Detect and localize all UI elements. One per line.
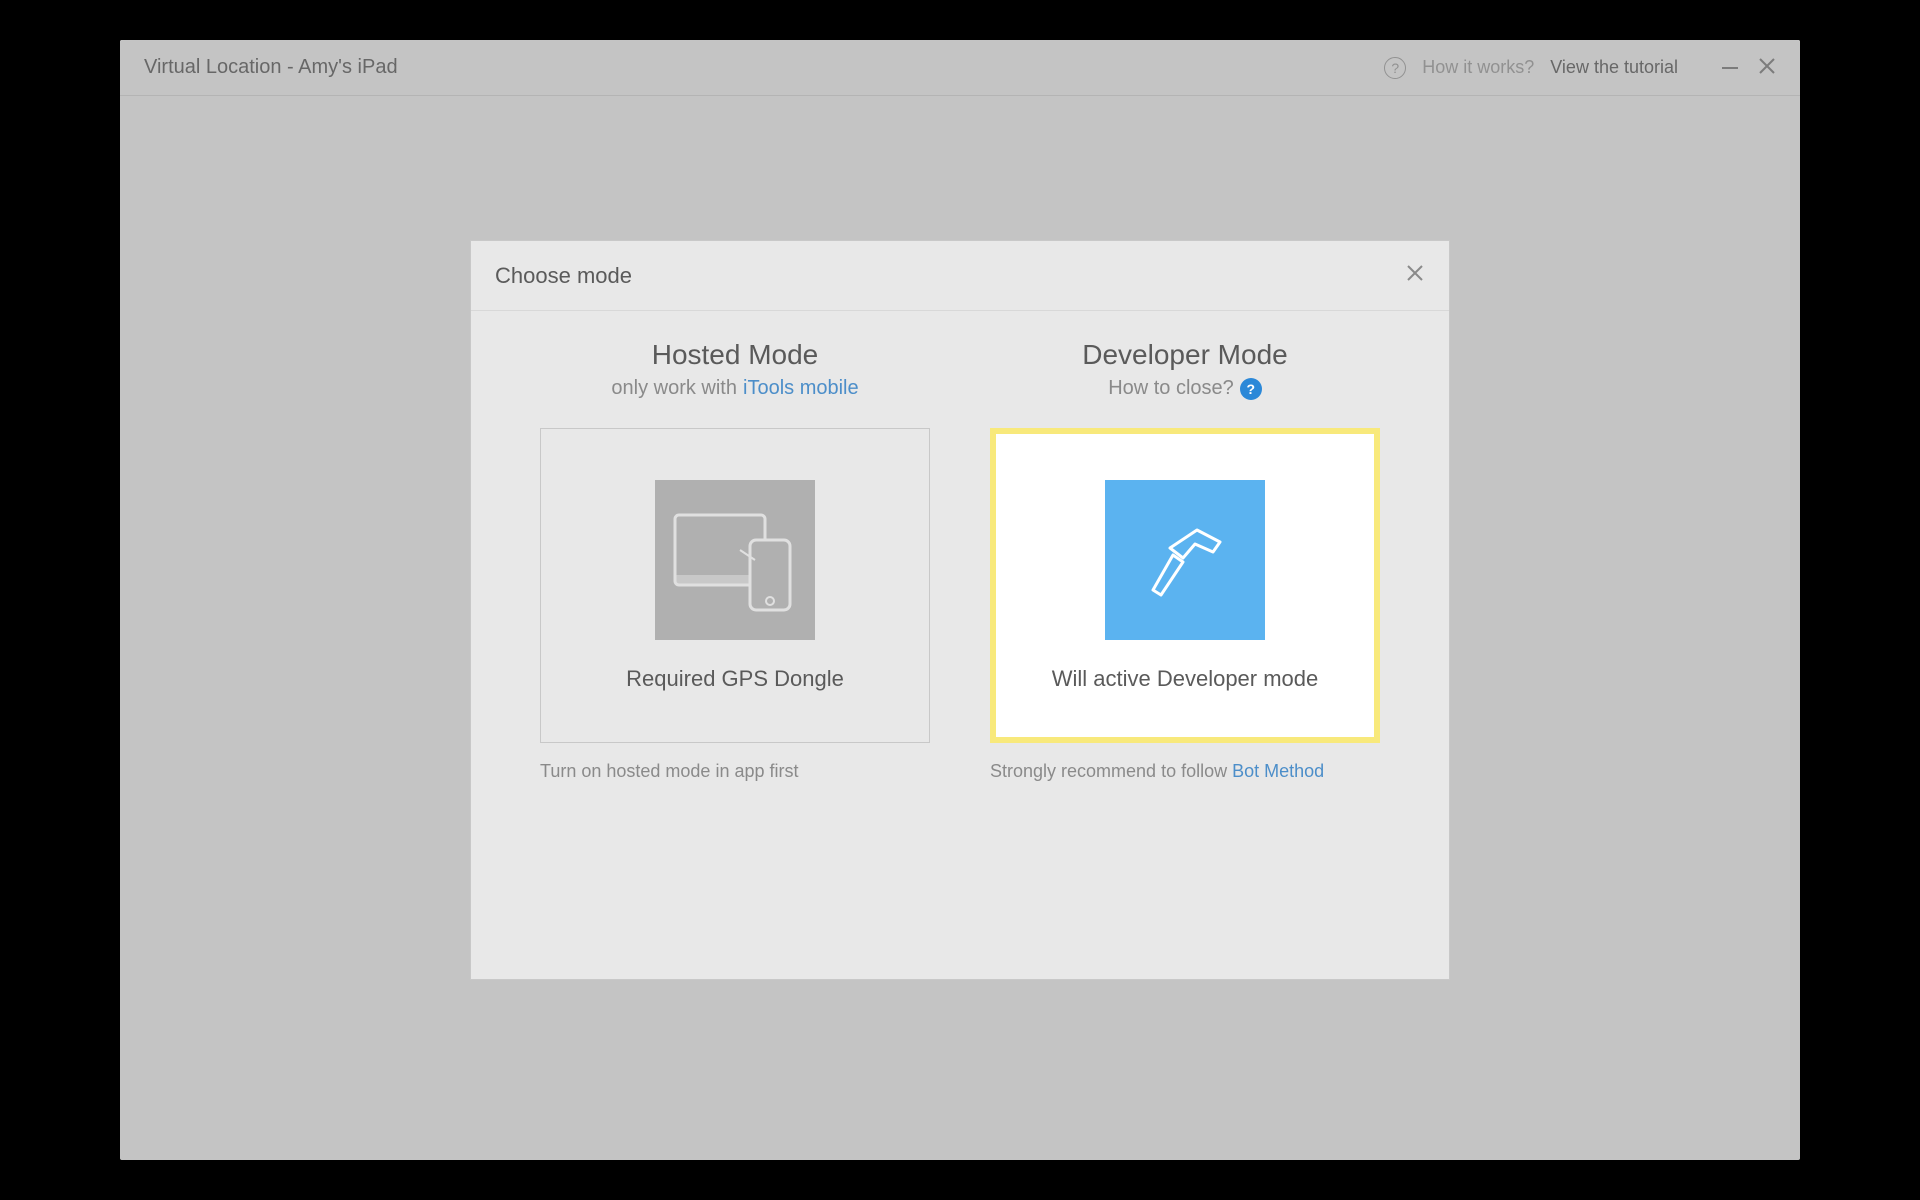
hosted-mode-column: Hosted Mode only work with iTools mobile xyxy=(540,339,930,979)
dialog-title: Choose mode xyxy=(495,263,632,289)
developer-footer-prefix: Strongly recommend to follow xyxy=(990,761,1227,781)
hosted-sub-prefix: only work with xyxy=(611,377,737,400)
dialog-body: Hosted Mode only work with iTools mobile xyxy=(471,311,1449,979)
hosted-mode-subtext: only work with iTools mobile xyxy=(611,377,858,400)
bot-method-link[interactable]: Bot Method xyxy=(1232,761,1324,781)
hosted-mode-heading: Hosted Mode xyxy=(652,339,819,371)
dialog-close-button[interactable] xyxy=(1405,263,1425,288)
hammer-icon xyxy=(1105,480,1265,640)
hosted-mode-card[interactable]: Required GPS Dongle xyxy=(540,428,930,743)
developer-sub-text: How to close? xyxy=(1108,377,1234,400)
developer-mode-card[interactable]: Will active Developer mode xyxy=(990,428,1380,743)
developer-card-label: Will active Developer mode xyxy=(1052,666,1319,692)
info-icon[interactable]: ? xyxy=(1240,378,1262,400)
hosted-card-label: Required GPS Dongle xyxy=(626,666,844,692)
modal-overlay: Choose mode Hosted Mode only work with i… xyxy=(120,40,1800,1160)
developer-mode-heading: Developer Mode xyxy=(1082,339,1287,371)
app-window: Virtual Location - Amy's iPad ? How it w… xyxy=(120,40,1800,1160)
dialog-header: Choose mode xyxy=(471,241,1449,311)
developer-mode-column: Developer Mode How to close? ? xyxy=(990,339,1380,979)
itools-mobile-link[interactable]: iTools mobile xyxy=(743,377,859,400)
gps-dongle-icon xyxy=(655,480,815,640)
developer-footer: Strongly recommend to follow Bot Method xyxy=(990,761,1324,782)
hosted-footer-text: Turn on hosted mode in app first xyxy=(540,761,798,782)
choose-mode-dialog: Choose mode Hosted Mode only work with i… xyxy=(470,240,1450,980)
developer-mode-subtext: How to close? ? xyxy=(1108,377,1262,400)
